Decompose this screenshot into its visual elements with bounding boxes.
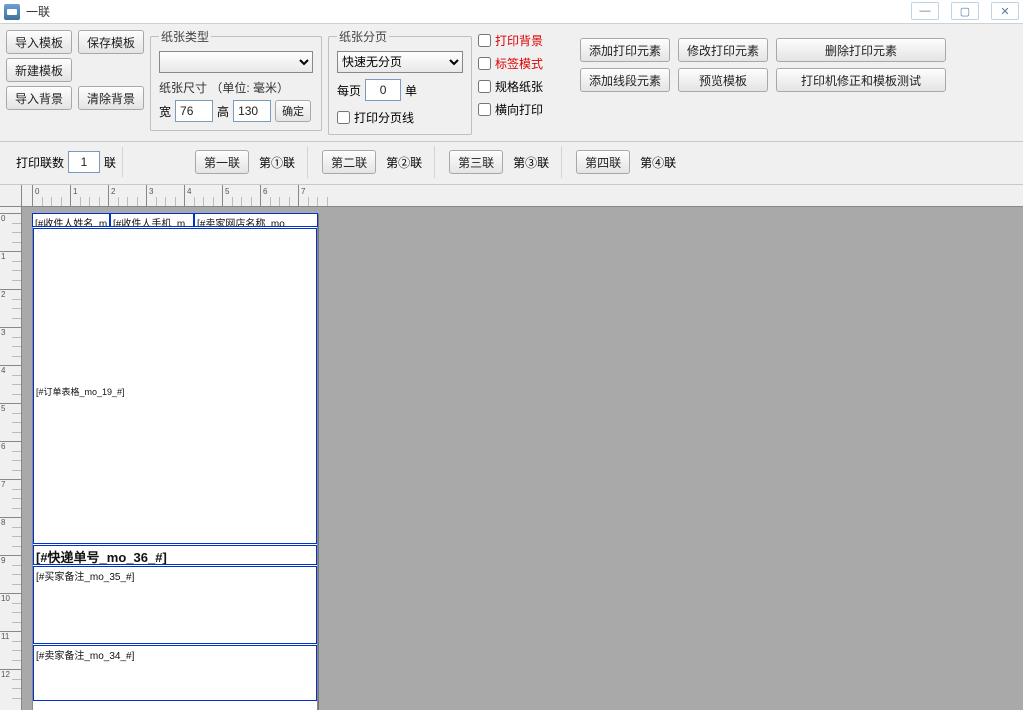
paper-type-group: 纸张类型 纸张尺寸 （单位: 毫米） 宽 高 确定 — [150, 28, 322, 131]
element-buttons-group: 添加打印元素 修改打印元素 删除打印元素 添加线段元素 预览模板 打印机修正和模… — [580, 28, 946, 92]
print-background-input[interactable] — [478, 34, 491, 47]
label-mode-checkbox[interactable]: 标签模式 — [478, 55, 574, 72]
spec-paper-input[interactable] — [478, 80, 491, 93]
copies-group: 打印联数 联 — [10, 147, 123, 177]
copies-input[interactable] — [68, 151, 100, 173]
delete-print-element-button[interactable]: 删除打印元素 — [776, 38, 946, 62]
field-recipient-name[interactable]: [#收件人姓名_m — [32, 213, 110, 227]
paper-size-confirm-button[interactable]: 确定 — [275, 100, 311, 122]
label-mode-input[interactable] — [478, 57, 491, 70]
option-checkboxes: 打印背景 标签模式 规格纸张 横向打印 — [478, 28, 574, 118]
tab-2-label: 第②联 — [380, 152, 428, 173]
tab-1-label: 第①联 — [253, 152, 301, 173]
ruler-vertical: 0123456789101112 — [0, 207, 22, 710]
paging-mode-select[interactable]: 快速无分页 — [337, 51, 463, 73]
tab-2-button[interactable]: 第二联 — [322, 150, 376, 174]
label-mode-label: 标签模式 — [495, 55, 543, 72]
paper-height-input[interactable] — [233, 100, 271, 122]
paper-paging-legend: 纸张分页 — [337, 28, 389, 45]
save-template-button[interactable]: 保存模板 — [78, 30, 144, 54]
print-background-label: 打印背景 — [495, 32, 543, 49]
new-template-button[interactable]: 新建模板 — [6, 58, 72, 82]
paper-paging-group: 纸张分页 快速无分页 每页 单 打印分页线 — [328, 28, 472, 135]
design-surface[interactable]: [#收件人姓名_m [#收件人手机_m [#卖家网店名称_mo_ [#订单表格_… — [22, 207, 1023, 710]
field-buyer-remark[interactable]: [#买家备注_mo_35_#] — [33, 566, 317, 644]
field-order-table[interactable]: [#订单表格_mo_19_#] — [33, 228, 317, 544]
tab-group-1: 第一联 第①联 — [189, 146, 308, 178]
tab-3-label: 第③联 — [507, 152, 555, 173]
print-split-line-input[interactable] — [337, 111, 350, 124]
print-split-line-checkbox[interactable]: 打印分页线 — [337, 109, 463, 126]
landscape-checkbox[interactable]: 横向打印 — [478, 101, 574, 118]
field-shop-name[interactable]: [#卖家网店名称_mo_ — [194, 213, 318, 227]
tab-1-button[interactable]: 第一联 — [195, 150, 249, 174]
add-print-element-button[interactable]: 添加打印元素 — [580, 38, 670, 62]
import-template-button[interactable]: 导入模板 — [6, 30, 72, 54]
tab-4-label: 第④联 — [634, 152, 682, 173]
copies-tabs-row: 打印联数 联 第一联 第①联 第二联 第②联 第三联 第③联 第四联 第④联 — [0, 142, 1023, 185]
printer-icon — [4, 4, 20, 20]
tab-4-button[interactable]: 第四联 — [576, 150, 630, 174]
window-maximize-button[interactable]: ▢ — [951, 2, 979, 20]
ruler-horizontal: 01234567 — [22, 185, 1023, 207]
main-toolbar: 导入模板 保存模板 新建模板 导入背景 清除背景 纸张类型 纸张尺寸 （单位: … — [0, 24, 1023, 142]
tab-3-button[interactable]: 第三联 — [449, 150, 503, 174]
spec-paper-checkbox[interactable]: 规格纸张 — [478, 78, 574, 95]
printer-fix-test-button[interactable]: 打印机修正和模板测试 — [776, 68, 946, 92]
spec-paper-label: 规格纸张 — [495, 78, 543, 95]
height-label: 高 — [217, 103, 229, 120]
copies-unit: 联 — [104, 154, 116, 171]
clear-background-button[interactable]: 清除背景 — [78, 86, 144, 110]
width-label: 宽 — [159, 103, 171, 120]
field-seller-remark[interactable]: [#卖家备注_mo_34_#] — [33, 645, 317, 701]
print-background-checkbox[interactable]: 打印背景 — [478, 32, 574, 49]
import-background-button[interactable]: 导入背景 — [6, 86, 72, 110]
design-canvas: 01234567 0123456789101112 [#收件人姓名_m [#收件… — [0, 185, 1023, 710]
template-buttons-group: 导入模板 保存模板 新建模板 导入背景 清除背景 — [6, 28, 144, 110]
modify-print-element-button[interactable]: 修改打印元素 — [678, 38, 768, 62]
window-close-button[interactable]: ✕ — [991, 2, 1019, 20]
add-line-element-button[interactable]: 添加线段元素 — [580, 68, 670, 92]
preview-template-button[interactable]: 预览模板 — [678, 68, 768, 92]
landscape-label: 横向打印 — [495, 101, 543, 118]
per-page-input[interactable] — [365, 79, 401, 101]
paper-type-select[interactable] — [159, 51, 313, 73]
paper-type-legend: 纸张类型 — [159, 28, 211, 45]
ruler-corner — [0, 185, 22, 207]
per-page-unit: 单 — [405, 82, 417, 99]
print-split-line-label: 打印分页线 — [354, 109, 414, 126]
paper-size-label: 纸张尺寸 （单位: 毫米） — [159, 79, 311, 96]
tab-group-3: 第三联 第③联 — [443, 146, 562, 178]
field-recipient-phone[interactable]: [#收件人手机_m — [110, 213, 194, 227]
window-titlebar: 一联 ― ▢ ✕ — [0, 0, 1023, 24]
tab-group-4: 第四联 第④联 — [570, 146, 688, 178]
tab-group-2: 第二联 第②联 — [316, 146, 435, 178]
copies-label: 打印联数 — [16, 154, 64, 171]
paper-width-input[interactable] — [175, 100, 213, 122]
window-title: 一联 — [26, 3, 50, 20]
landscape-input[interactable] — [478, 103, 491, 116]
window-minimize-button[interactable]: ― — [911, 2, 939, 20]
per-page-label: 每页 — [337, 82, 361, 99]
field-express-no[interactable]: [#快递单号_mo_36_#] — [33, 545, 317, 565]
